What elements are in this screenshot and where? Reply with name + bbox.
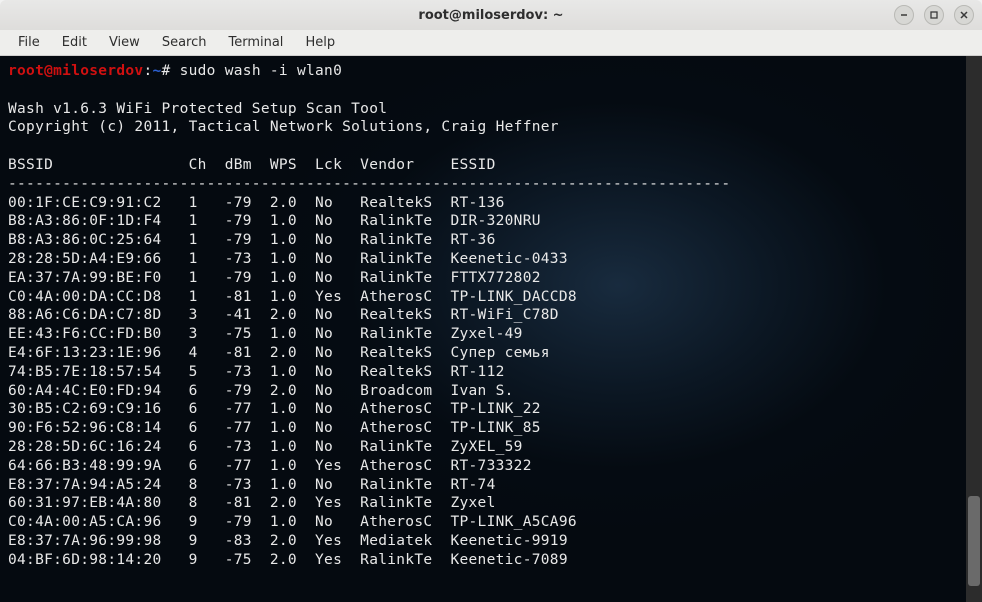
close-icon — [959, 10, 969, 20]
prompt-command: sudo wash -i wlan0 — [171, 63, 343, 79]
menu-file[interactable]: File — [8, 32, 50, 53]
output-copyright: Copyright (c) 2011, Tactical Network Sol… — [8, 119, 559, 135]
menu-search[interactable]: Search — [152, 32, 217, 53]
terminal-output: root@miloserdov:~# sudo wash -i wlan0 Wa… — [8, 62, 958, 570]
menu-terminal[interactable]: Terminal — [218, 32, 293, 53]
window-controls — [894, 5, 974, 25]
scrollbar-vertical[interactable] — [966, 56, 982, 602]
minimize-icon — [899, 10, 909, 20]
menu-help[interactable]: Help — [295, 32, 345, 53]
minimize-button[interactable] — [894, 5, 914, 25]
output-tool: Wash v1.6.3 WiFi Protected Setup Scan To… — [8, 101, 387, 117]
maximize-button[interactable] — [924, 5, 944, 25]
prompt-hash: # — [162, 63, 171, 79]
output-divider: ----------------------------------------… — [8, 176, 730, 192]
maximize-icon — [929, 10, 939, 20]
prompt-userhost: root@miloserdov — [8, 63, 143, 79]
menubar: File Edit View Search Terminal Help — [0, 30, 982, 56]
prompt-path: ~ — [152, 63, 161, 79]
terminal[interactable]: root@miloserdov:~# sudo wash -i wlan0 Wa… — [0, 56, 966, 602]
window-titlebar: root@miloserdov: ~ — [0, 0, 982, 30]
menu-view[interactable]: View — [99, 32, 150, 53]
scrollbar-thumb[interactable] — [968, 496, 980, 586]
terminal-container: root@miloserdov:~# sudo wash -i wlan0 Wa… — [0, 56, 982, 602]
close-button[interactable] — [954, 5, 974, 25]
output-header: BSSID Ch dBm WPS Lck Vendor ESSID — [8, 157, 496, 173]
menu-edit[interactable]: Edit — [52, 32, 97, 53]
window-title: root@miloserdov: ~ — [0, 8, 982, 23]
